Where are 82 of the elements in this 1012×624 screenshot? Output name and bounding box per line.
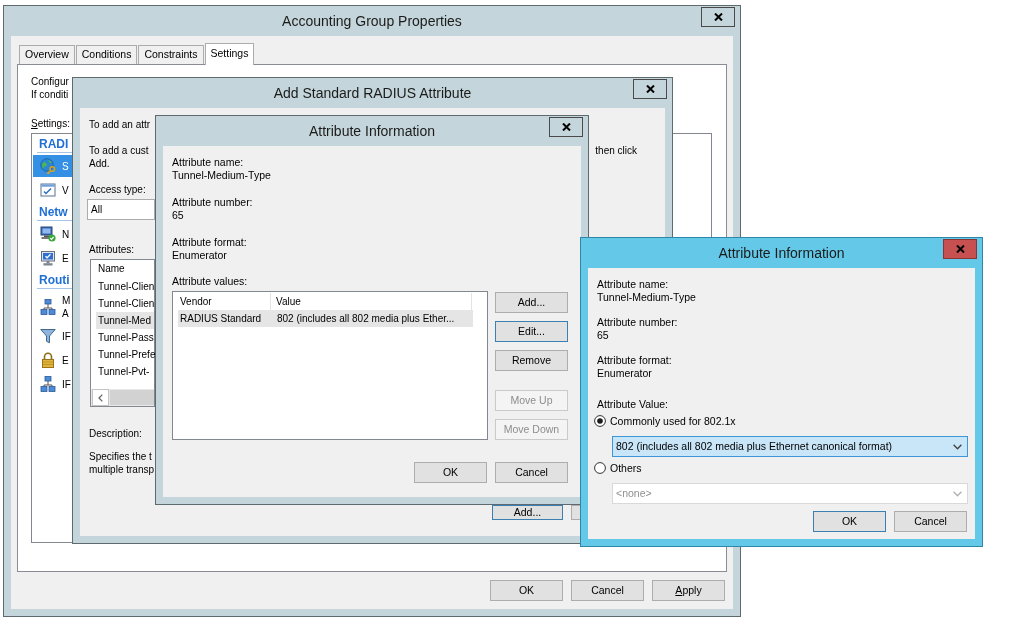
- list-item[interactable]: E: [33, 349, 72, 371]
- table-cell-text: RADIUS Standard: [179, 312, 263, 326]
- window-title: Accounting Group Properties: [282, 12, 462, 30]
- funnel-icon: [40, 328, 56, 344]
- push-button[interactable]: Remove: [495, 350, 568, 371]
- tab[interactable]: Conditions: [75, 45, 138, 64]
- field-label: Attribute format:: [597, 354, 672, 367]
- description-text: Specifies the t multiple transp: [89, 450, 155, 476]
- network-icon: [40, 376, 56, 392]
- push-button[interactable]: Cancel: [495, 462, 568, 483]
- window-check-icon: [40, 182, 56, 198]
- push-button[interactable]: Apply: [652, 580, 725, 601]
- field-label: Attribute name:: [597, 278, 669, 291]
- tab[interactable]: Overview: [19, 45, 75, 64]
- close-icon: [955, 245, 965, 253]
- intro-text: Configur If conditi: [31, 75, 69, 101]
- list-row[interactable]: Tunnel-Pvt-: [96, 363, 154, 380]
- push-button[interactable]: Edit...: [495, 321, 568, 342]
- list-row[interactable]: Tunnel-Clien: [96, 295, 154, 312]
- field-value: 65: [172, 209, 184, 222]
- field-label: Access type:: [89, 183, 146, 196]
- list-row[interactable]: Tunnel-Prefe: [96, 346, 154, 363]
- monitor-check-icon: [40, 250, 56, 266]
- field-label: Attribute values:: [172, 275, 248, 288]
- window-title: Attribute Information: [718, 244, 845, 262]
- list-row[interactable]: Tunnel-Med: [96, 312, 154, 329]
- column-header[interactable]: Name: [91, 260, 125, 278]
- dropdown[interactable]: 802 (includes all 802 media plus Ethernet canonical format): [612, 436, 968, 457]
- field-label: Attribute name:: [172, 156, 244, 169]
- chevron-down-icon: [953, 443, 962, 450]
- push-button[interactable]: Cancel: [571, 580, 644, 601]
- tab[interactable]: Settings: [204, 43, 255, 65]
- field-value: 65: [597, 329, 609, 342]
- instruction-text: then click: [595, 144, 637, 157]
- list-item[interactable]: N: [33, 223, 72, 245]
- field-value: Enumerator: [172, 249, 227, 262]
- radio-button[interactable]: Others: [594, 461, 642, 475]
- table-row[interactable]: RADIUS Standard 802 (includes all 802 media plus Ether...: [178, 310, 473, 327]
- close-button[interactable]: [633, 79, 667, 99]
- chevron-down-icon: [953, 490, 962, 497]
- push-button[interactable]: OK: [414, 462, 487, 483]
- field-label: Attributes:: [89, 243, 135, 256]
- push-button[interactable]: Add...: [492, 505, 563, 520]
- window-title: Add Standard RADIUS Attribute: [273, 84, 472, 102]
- list-item[interactable]: V: [33, 179, 72, 201]
- dropdown[interactable]: All: [87, 199, 155, 220]
- push-button[interactable]: Cancel: [894, 511, 967, 532]
- tab[interactable]: Constraints: [138, 45, 204, 64]
- instruction-text: To add an attr: [89, 118, 151, 131]
- field-label: Attribute number:: [597, 316, 678, 329]
- list-item[interactable]: IF: [33, 325, 72, 347]
- computer-check-icon: [40, 226, 56, 242]
- list-item[interactable]: E: [33, 247, 72, 269]
- field-label: Description:: [89, 427, 142, 440]
- push-button[interactable]: OK: [490, 580, 563, 601]
- globe-key-icon: [40, 158, 56, 174]
- close-icon: [713, 13, 723, 21]
- chevron-left-icon: [98, 393, 103, 402]
- list-row[interactable]: Tunnel-Pass: [96, 329, 154, 346]
- push-button[interactable]: OK: [813, 511, 886, 532]
- scroll-thumb[interactable]: [110, 390, 154, 405]
- field-label: Attribute format:: [172, 236, 247, 249]
- instruction-text: To add a cust Add.: [89, 144, 149, 170]
- field-value: Tunnel-Medium-Type: [597, 291, 696, 304]
- close-button[interactable]: [549, 117, 583, 137]
- list-item[interactable]: M A: [33, 291, 72, 323]
- radio-button[interactable]: Commonly used for 802.1x: [594, 414, 736, 428]
- padlock-icon: [40, 352, 56, 368]
- field-value: Enumerator: [597, 367, 652, 380]
- close-icon: [561, 123, 571, 131]
- network-icon: [40, 299, 56, 315]
- list-row[interactable]: Tunnel-Clien: [96, 278, 154, 295]
- field-label: Settings:: [31, 117, 70, 130]
- field-value: Tunnel-Medium-Type: [172, 169, 271, 182]
- close-icon: [645, 85, 655, 93]
- push-button[interactable]: Add...: [495, 292, 568, 313]
- field-label: Attribute number:: [172, 196, 253, 209]
- window-title: Attribute Information: [308, 122, 436, 140]
- list-item[interactable]: IF: [33, 373, 72, 395]
- table-cell-text: 802 (includes all 802 media plus Ether...: [276, 312, 455, 326]
- field-label: Attribute Value:: [597, 398, 668, 411]
- close-button[interactable]: [701, 7, 735, 27]
